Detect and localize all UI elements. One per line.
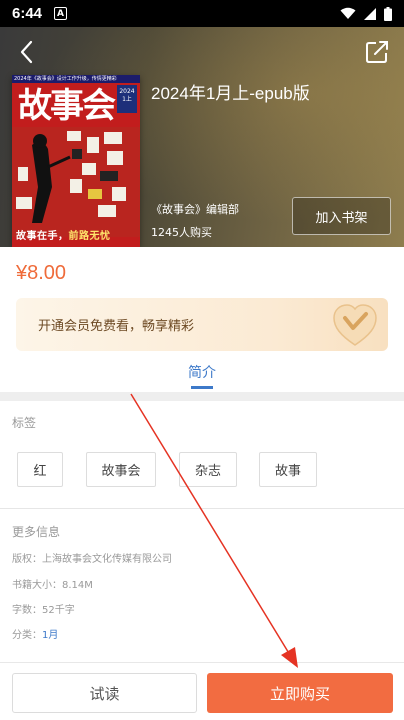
battery-icon [384, 6, 392, 21]
try-read-button[interactable]: 试读 [12, 673, 197, 713]
buyer-count: 1245人购买 [151, 226, 212, 239]
book-cover[interactable]: 2024年《故事会》设计工作升级，传情更精彩 故事会 2024 1上 故事在手，… [12, 75, 140, 247]
status-icons [340, 6, 392, 21]
file-size-info: 书籍大小：8.14M [12, 580, 93, 591]
share-icon[interactable] [364, 39, 390, 65]
bottom-action-bar: 试读 立即购买 [0, 662, 404, 720]
tag-item[interactable]: 故事 [259, 452, 317, 487]
tag-item[interactable]: 红 [17, 452, 63, 487]
category-prefix: 分类： [12, 630, 42, 641]
book-author: 《故事会》编辑部 [151, 203, 239, 216]
notification-a-icon: A [54, 7, 68, 20]
section-divider [0, 392, 404, 401]
category-link[interactable]: 1月 [42, 630, 58, 641]
price: ¥8.00 [16, 262, 67, 284]
cover-slogan-accent: 前路无忧 [68, 231, 111, 242]
tab-underline [191, 386, 213, 389]
tag-item[interactable]: 杂志 [179, 452, 237, 487]
buy-now-button[interactable]: 立即购买 [207, 673, 393, 713]
cover-issue-badge: 2024 1上 [117, 85, 137, 113]
annotation-arrow-line [130, 393, 291, 656]
book-hero: 2024年《故事会》设计工作升级，传情更精彩 故事会 2024 1上 故事在手，… [0, 27, 404, 247]
copyright-info: 版权：上海故事会文化传媒有限公司 [12, 554, 172, 565]
cover-slogan-main: 故事在手， [16, 231, 69, 242]
status-bar: 6:44 A [0, 0, 404, 27]
vip-heart-check-icon [333, 304, 377, 346]
wifi-icon [340, 7, 356, 19]
cover-slogan: 故事在手，前路无忧 [16, 227, 111, 242]
status-time: 6:44 [12, 5, 43, 22]
book-title: 2024年1月上-epub版 [151, 84, 310, 103]
vip-banner[interactable]: 开通会员免费看，畅享精彩 [16, 298, 388, 351]
category-info: 分类：1月 [12, 626, 58, 641]
signal-icon [364, 7, 376, 20]
word-count-info: 字数：52千字 [12, 605, 75, 616]
tab-intro[interactable]: 简介 [0, 362, 404, 382]
add-to-shelf-button[interactable]: 加入书架 [292, 197, 391, 235]
vip-banner-text: 开通会员免费看，畅享精彩 [38, 319, 195, 334]
divider [0, 508, 404, 509]
more-info-label: 更多信息 [12, 525, 61, 539]
cover-top-line: 2024年《故事会》设计工作升级，传情更精彩 [14, 76, 117, 82]
cover-illustration [12, 127, 140, 237]
back-arrow-icon[interactable] [14, 39, 40, 65]
tags-label: 标签 [12, 416, 37, 430]
cover-masthead: 故事会 [18, 86, 116, 126]
tag-item[interactable]: 故事会 [86, 452, 156, 487]
